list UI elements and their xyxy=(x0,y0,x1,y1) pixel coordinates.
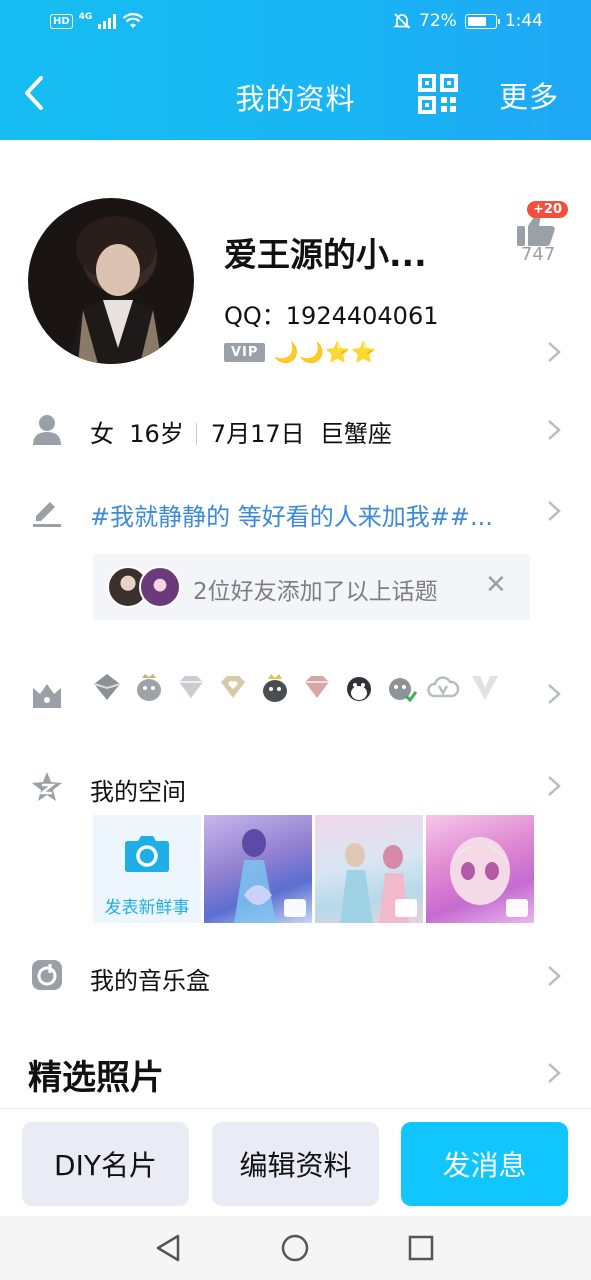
lock-icon xyxy=(506,899,528,917)
crown-icon xyxy=(33,684,61,708)
edit-profile-button[interactable]: 编辑资料 xyxy=(212,1122,379,1206)
basic-info[interactable]: 女 16岁 7月17日 巨蟹座 xyxy=(90,414,392,449)
qzone-thumbnails: 发表新鲜事 xyxy=(93,815,534,923)
level-icons: 🌙🌙⭐⭐ xyxy=(273,340,378,364)
chevron-right-icon[interactable] xyxy=(546,964,562,988)
signal-icon xyxy=(98,13,117,29)
person-icon xyxy=(33,415,61,445)
featured-photos-title[interactable]: 精选照片 xyxy=(28,1050,164,1099)
pink-diamond-badge xyxy=(298,668,336,706)
diy-card-button[interactable]: DIY名片 xyxy=(22,1122,189,1206)
badge-list[interactable] xyxy=(88,668,504,706)
qq-label: QQ： xyxy=(224,302,286,330)
qr-code-button[interactable] xyxy=(417,73,459,115)
birthday: 7月17日 xyxy=(210,420,305,448)
gender: 女 xyxy=(90,420,114,448)
friends-topic-text: 2位好友添加了以上话题 xyxy=(193,579,438,605)
qq-number: QQ：1924404061 xyxy=(224,296,438,331)
divider xyxy=(195,423,197,445)
battery-percent: 72% xyxy=(419,11,457,31)
more-button[interactable]: 更多 xyxy=(499,74,559,116)
mute-bell-icon xyxy=(393,13,411,29)
age: 16岁 xyxy=(129,420,184,448)
post-new-label: 发表新鲜事 xyxy=(104,898,190,918)
v-badge xyxy=(466,668,504,706)
cloud-v-badge xyxy=(424,668,462,706)
system-nav-bar xyxy=(0,1216,591,1280)
qq-value: 1924404061 xyxy=(285,302,439,330)
qr-code-icon xyxy=(418,74,458,114)
green-penguin-badge xyxy=(382,668,420,706)
qzone-star-icon xyxy=(32,772,62,801)
network-type: 4G xyxy=(78,12,93,22)
title-bar: 我的资料 更多 xyxy=(0,60,591,130)
close-icon[interactable]: ✕ xyxy=(485,570,507,600)
friend-avatar xyxy=(139,566,181,608)
music-box-icon xyxy=(32,960,62,990)
header: HD 4G 72% 1:44 我的资料 更多 xyxy=(0,0,591,140)
send-message-button[interactable]: 发消息 xyxy=(401,1122,568,1206)
qzone-photo[interactable] xyxy=(204,815,312,923)
recents-square-icon[interactable] xyxy=(403,1230,439,1266)
chevron-right-icon[interactable] xyxy=(546,774,562,798)
like-count: 747 xyxy=(520,244,556,265)
chevron-right-icon[interactable] xyxy=(546,499,562,523)
battery-icon xyxy=(464,13,500,29)
bottom-action-bar: DIY名片 编辑资料 发消息 xyxy=(0,1108,591,1216)
avatar-portrait xyxy=(68,216,168,364)
avatar[interactable] xyxy=(28,198,194,364)
signature-text[interactable]: #我就静静的 等好看的人来加我##... xyxy=(90,497,493,532)
wifi-icon xyxy=(123,13,144,28)
penguin-badge xyxy=(340,668,378,706)
black-penguin-badge xyxy=(256,668,294,706)
friends-topic-card[interactable]: 2位好友添加了以上话题 ✕ xyxy=(93,554,530,620)
music-box-label[interactable]: 我的音乐盒 xyxy=(90,961,210,996)
qzone-photo[interactable] xyxy=(315,815,423,923)
zodiac: 巨蟹座 xyxy=(319,420,392,448)
lock-icon xyxy=(284,899,306,917)
clock: 1:44 xyxy=(504,11,543,31)
chevron-right-icon[interactable] xyxy=(546,418,562,442)
home-circle-icon[interactable] xyxy=(277,1230,313,1266)
nickname: 爱王源的小... xyxy=(224,235,427,274)
chevron-right-icon[interactable] xyxy=(546,1061,562,1085)
chevron-right-icon[interactable] xyxy=(546,682,562,706)
back-triangle-icon[interactable] xyxy=(150,1230,186,1266)
camera-icon xyxy=(125,836,169,872)
heart-diamond-badge xyxy=(214,668,252,706)
diamond-badge xyxy=(172,668,210,706)
vip-badge: VIP xyxy=(224,342,266,362)
vip-level-row[interactable]: VIP 🌙🌙⭐⭐ xyxy=(224,340,377,364)
post-new-button[interactable]: 发表新鲜事 xyxy=(93,815,201,923)
status-bar: HD 4G 72% 1:44 xyxy=(0,0,591,46)
hd-icon: HD xyxy=(50,13,73,29)
chevron-right-icon[interactable] xyxy=(546,340,562,364)
lock-icon xyxy=(395,899,417,917)
like-increment-badge: +20 xyxy=(527,201,568,218)
silver-crown-badge xyxy=(88,668,126,706)
penguin-crown-badge xyxy=(130,668,168,706)
qzone-label[interactable]: 我的空间 xyxy=(90,772,186,807)
qzone-photo[interactable] xyxy=(426,815,534,923)
pencil-icon xyxy=(33,502,61,527)
